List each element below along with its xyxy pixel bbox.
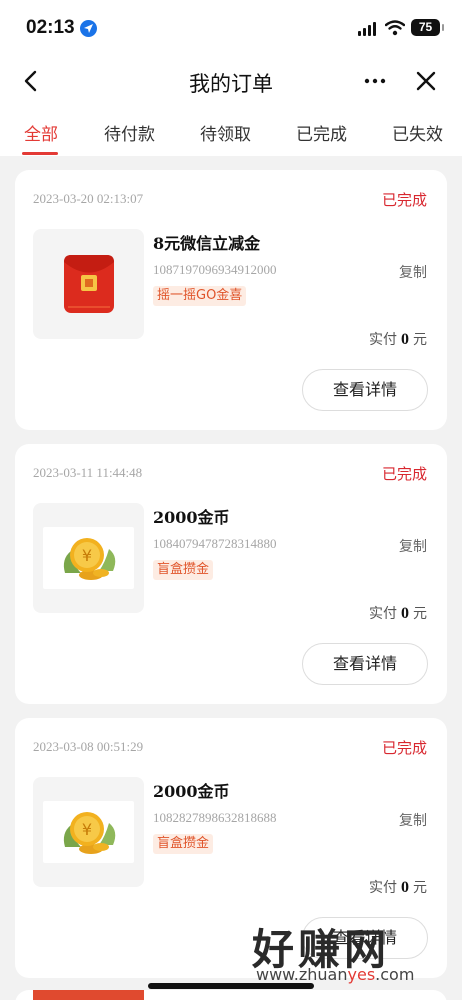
gold-coin-icon: ¥ <box>63 812 116 854</box>
source-tag: 摇一摇GO金喜 <box>153 286 247 306</box>
view-details-button[interactable]: 查看详情 <box>302 643 428 685</box>
svg-text:¥: ¥ <box>82 820 92 839</box>
more-icon[interactable] <box>362 68 388 94</box>
tab-pending-payment[interactable]: 待付款 <box>104 120 155 145</box>
cellular-signal-icon <box>358 22 378 36</box>
status-time: 02:13 <box>26 17 75 38</box>
product-thumbnail <box>33 229 144 339</box>
paid-amount-row: 实付 0 元 <box>369 329 427 349</box>
order-time: 2023-03-20 02:13:07 <box>33 191 144 206</box>
paid-amount: 0 <box>401 331 409 348</box>
product-name: 8元微信立减金 <box>153 234 261 253</box>
order-tabs: 全部 待付款 待领取 已完成 已失效 <box>0 106 462 156</box>
svg-text:¥: ¥ <box>82 546 92 565</box>
order-card[interactable]: 2023-03-20 02:13:07 已完成 8元微信立减金 10871970… <box>15 170 447 430</box>
order-number: 1084079478728314880 <box>153 536 277 551</box>
product-thumbnail: ¥ <box>33 503 144 613</box>
paid-label: 实付 <box>369 606 397 622</box>
red-envelope-icon <box>64 255 114 313</box>
copy-button[interactable]: 复制 <box>399 810 427 830</box>
product-thumbnail-partial <box>33 990 144 1000</box>
currency-unit: 元 <box>413 332 427 348</box>
wifi-icon <box>384 20 406 40</box>
copy-button[interactable]: 复制 <box>399 536 427 556</box>
nav-bar: 我的订单 <box>0 56 462 106</box>
copy-button[interactable]: 复制 <box>399 262 427 282</box>
tab-all[interactable]: 全部 <box>24 120 58 145</box>
page-title: 我的订单 <box>189 72 273 96</box>
paid-label: 实付 <box>369 880 397 896</box>
order-time: 2023-03-11 11:44:48 <box>33 465 143 480</box>
order-card[interactable]: 2023-03-11 11:44:48 已完成 ¥ 2000金币 1084079… <box>15 444 447 704</box>
tab-completed[interactable]: 已完成 <box>296 120 347 145</box>
order-number: 1082827898632818688 <box>153 810 277 825</box>
order-status: 已完成 <box>381 465 427 483</box>
order-status: 已完成 <box>381 739 427 757</box>
product-thumbnail: ¥ <box>33 777 144 887</box>
order-card[interactable]: 2023-03-08 00:51:29 已完成 ¥ 2000金币 1082827… <box>15 718 447 978</box>
home-indicator[interactable] <box>148 983 314 989</box>
source-tag: 盲盒攒金 <box>153 560 214 580</box>
tab-expired[interactable]: 已失效 <box>392 120 443 145</box>
gold-coin-icon: ¥ <box>63 538 116 580</box>
location-arrow-icon <box>80 20 97 37</box>
battery-icon: 75 <box>411 19 444 36</box>
currency-unit: 元 <box>413 880 427 896</box>
close-icon[interactable] <box>414 69 438 93</box>
product-name: 2000金币 <box>153 508 230 527</box>
paid-amount: 0 <box>401 605 409 622</box>
order-number: 1087197096934912000 <box>153 262 277 277</box>
source-tag: 盲盒攒金 <box>153 834 214 854</box>
paid-amount-row: 实付 0 元 <box>369 603 427 623</box>
active-tab-indicator <box>22 152 58 155</box>
paid-label: 实付 <box>369 332 397 348</box>
status-bar: 02:13 75 <box>0 0 462 56</box>
paid-amount: 0 <box>401 879 409 896</box>
currency-unit: 元 <box>413 606 427 622</box>
paid-amount-row: 实付 0 元 <box>369 877 427 897</box>
view-details-button[interactable]: 查看详情 <box>302 369 428 411</box>
product-name: 2000金币 <box>153 782 230 801</box>
order-status: 已完成 <box>381 191 427 209</box>
order-time: 2023-03-08 00:51:29 <box>33 739 144 754</box>
view-details-button[interactable]: 查看详情 <box>302 917 428 959</box>
order-card-partial[interactable] <box>15 990 447 1000</box>
tab-pending-claim[interactable]: 待领取 <box>200 120 251 145</box>
